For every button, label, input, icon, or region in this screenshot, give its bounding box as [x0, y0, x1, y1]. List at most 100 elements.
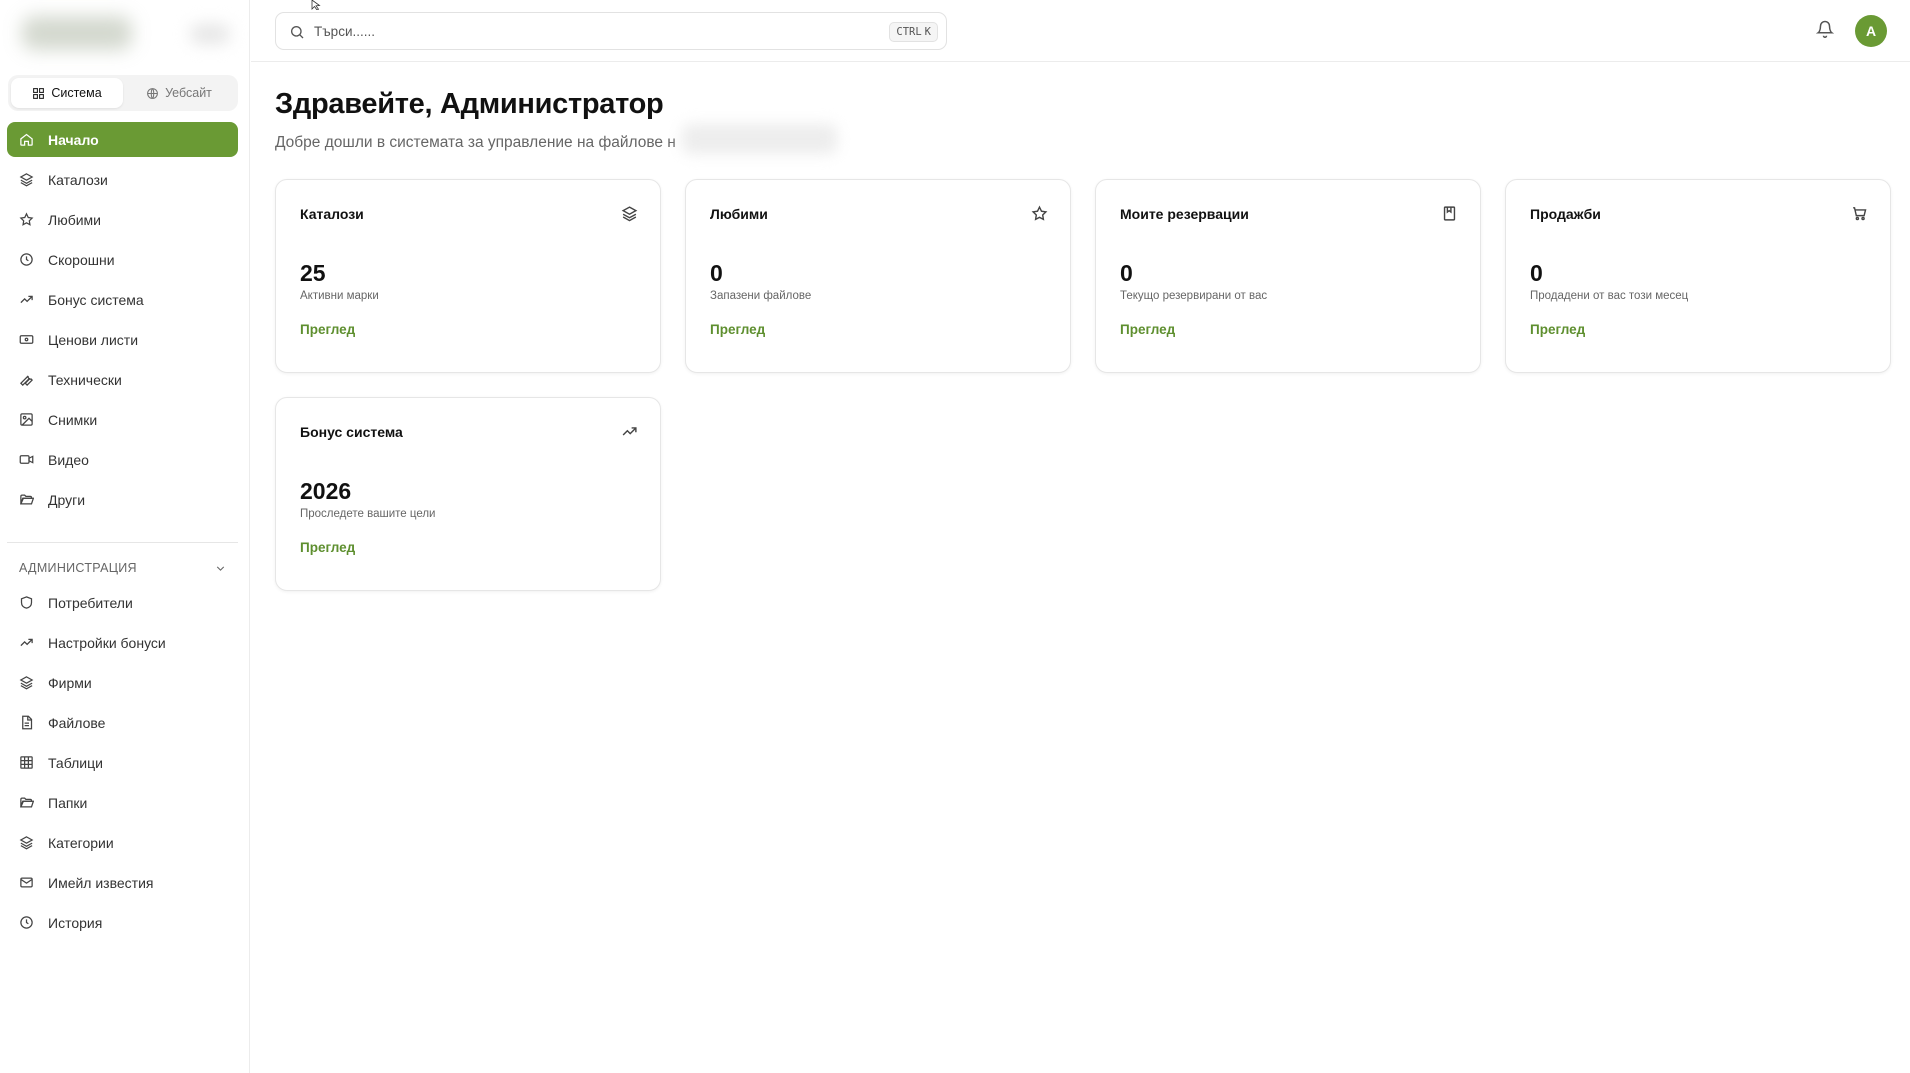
- sidebar-item-price-lists[interactable]: Ценови листи: [7, 322, 238, 357]
- sidebar-item-label: Скорошни: [48, 251, 115, 268]
- table-icon: [20, 756, 33, 769]
- mode-switch: Система Уебсайт: [8, 75, 238, 111]
- sidebar-item-bonus[interactable]: Бонус система: [7, 282, 238, 317]
- trending-up-icon: [20, 295, 33, 304]
- wrench-icon: [19, 375, 33, 387]
- video-icon: [19, 455, 34, 464]
- sidebar-item-label: Други: [48, 491, 86, 508]
- shortcut-key: K: [924, 26, 931, 38]
- sidebar-item-recent[interactable]: Скорошни: [7, 242, 238, 277]
- globe-icon: [147, 87, 158, 99]
- sidebar-item-label: Технически: [48, 371, 122, 388]
- search-input[interactable]: [314, 23, 854, 39]
- card-description: Запазени файлове: [710, 290, 812, 302]
- sidebar-item-label: Папки: [48, 794, 88, 811]
- sidebar-item-photos[interactable]: Снимки: [7, 402, 238, 437]
- admin-section-heading: АДМИНИСТРАЦИЯ: [19, 561, 137, 575]
- folder-open-icon: [20, 797, 34, 808]
- sidebar-item-label: Любими: [48, 211, 101, 228]
- clock-icon: [20, 253, 33, 266]
- admin-section-toggle[interactable]: АДМИНИСТРАЦИЯ: [19, 556, 227, 580]
- card-title: Каталози: [300, 206, 364, 222]
- sidebar-item-companies[interactable]: Фирми: [7, 665, 238, 700]
- shortcut-ctrl: CTRL: [896, 26, 922, 38]
- stat-card-favorites: Любими 0 Запазени файлове Преглед: [685, 179, 1071, 373]
- folder-open-icon: [20, 494, 34, 505]
- star-icon: [19, 212, 34, 226]
- mouse-cursor-icon: [311, 0, 321, 10]
- sidebar-item-label: Фирми: [48, 674, 92, 691]
- sidebar-item-users[interactable]: Потребители: [7, 585, 238, 620]
- sidebar-collapse-blur: [190, 24, 230, 44]
- page-subtitle: Добре дошли в системата за управление на…: [275, 134, 676, 151]
- search-icon: [291, 26, 304, 39]
- mode-tab-label: Система: [51, 86, 102, 100]
- sidebar-item-history[interactable]: История: [7, 905, 238, 940]
- card-view-link[interactable]: Преглед: [300, 540, 355, 555]
- sidebar-divider: [7, 542, 238, 543]
- layers-icon: [19, 173, 34, 187]
- mail-icon: [20, 877, 33, 888]
- card-title: Моите резервации: [1120, 206, 1249, 222]
- topbar: CTRL K A: [251, 0, 1910, 62]
- sidebar-item-tables[interactable]: Таблици: [7, 745, 238, 780]
- sidebar-item-label: Начало: [48, 131, 99, 148]
- stat-card-catalogs: Каталози 25 Активни марки Преглед: [275, 179, 661, 373]
- layers-icon: [19, 836, 34, 850]
- bell-icon[interactable]: [1816, 20, 1834, 38]
- home-icon: [20, 133, 33, 146]
- sidebar-item-label: Каталози: [48, 171, 108, 188]
- sidebar-item-favorites[interactable]: Любими: [7, 202, 238, 237]
- card-view-link[interactable]: Преглед: [710, 322, 765, 337]
- user-avatar[interactable]: A: [1855, 15, 1887, 47]
- sidebar-item-folders[interactable]: Папки: [7, 785, 238, 820]
- trending-up-icon: [622, 427, 637, 436]
- sidebar-item-label: Настройки бонуси: [48, 634, 166, 651]
- redacted-text: [682, 124, 837, 154]
- sidebar-item-label: Видео: [48, 451, 89, 468]
- admin-nav: Потребители Настройки бонуси Фирми Файло…: [7, 585, 238, 945]
- card-description: Текущо резервирани от вас: [1120, 290, 1268, 302]
- sidebar-item-email-notifications[interactable]: Имейл известия: [7, 865, 238, 900]
- card-description: Продадени от вас този месец: [1530, 290, 1689, 302]
- sidebar-item-other[interactable]: Други: [7, 482, 238, 517]
- card-view-link[interactable]: Преглед: [1530, 322, 1585, 337]
- sidebar-item-label: Ценови листи: [48, 331, 139, 348]
- card-view-link[interactable]: Преглед: [300, 322, 355, 337]
- cart-icon: [1853, 207, 1867, 221]
- card-value: 0: [1530, 260, 1543, 286]
- file-icon: [22, 715, 33, 730]
- sidebar-item-catalogs[interactable]: Каталози: [7, 162, 238, 197]
- card-view-link[interactable]: Преглед: [1120, 322, 1175, 337]
- sidebar-item-files[interactable]: Файлове: [7, 705, 238, 740]
- card-description: Проследете вашите цели: [300, 508, 436, 520]
- card-value: 2026: [300, 478, 352, 504]
- stat-card-bonus: Бонус система 2026 Проследете вашите цел…: [275, 397, 661, 591]
- layers-icon: [19, 676, 34, 690]
- sidebar-item-technical[interactable]: Технически: [7, 362, 238, 397]
- card-description: Активни марки: [300, 290, 379, 302]
- page-title: Здравейте, Администратор: [275, 88, 664, 120]
- logo[interactable]: [12, 8, 142, 54]
- search-box[interactable]: CTRL K: [275, 12, 947, 50]
- sidebar-item-categories[interactable]: Категории: [7, 825, 238, 860]
- sidebar-item-home[interactable]: Начало: [7, 122, 238, 157]
- layers-icon: [621, 206, 638, 222]
- sidebar-item-bonus-settings[interactable]: Настройки бонуси: [7, 625, 238, 660]
- sidebar-item-video[interactable]: Видео: [7, 442, 238, 477]
- card-title: Любими: [710, 206, 768, 222]
- sidebar-item-label: Таблици: [48, 754, 103, 771]
- shield-icon: [20, 596, 33, 609]
- main-nav: Начало Каталози Любими Скорошни Бонус си…: [7, 122, 238, 522]
- mode-tab-system[interactable]: Система: [11, 78, 123, 108]
- card-value: 25: [300, 260, 326, 286]
- image-icon: [20, 413, 33, 426]
- mode-tab-website[interactable]: Уебсайт: [123, 78, 235, 108]
- card-title: Продажби: [1530, 206, 1601, 222]
- stat-card-sales: Продажби 0 Продадени от вас този месец П…: [1505, 179, 1891, 373]
- sidebar-item-label: Категории: [48, 834, 114, 851]
- search-shortcut-badge: CTRL K: [889, 22, 938, 42]
- sidebar-item-label: Бонус система: [48, 291, 144, 308]
- sidebar-item-label: Файлове: [48, 714, 106, 731]
- avatar-letter: A: [1865, 23, 1877, 39]
